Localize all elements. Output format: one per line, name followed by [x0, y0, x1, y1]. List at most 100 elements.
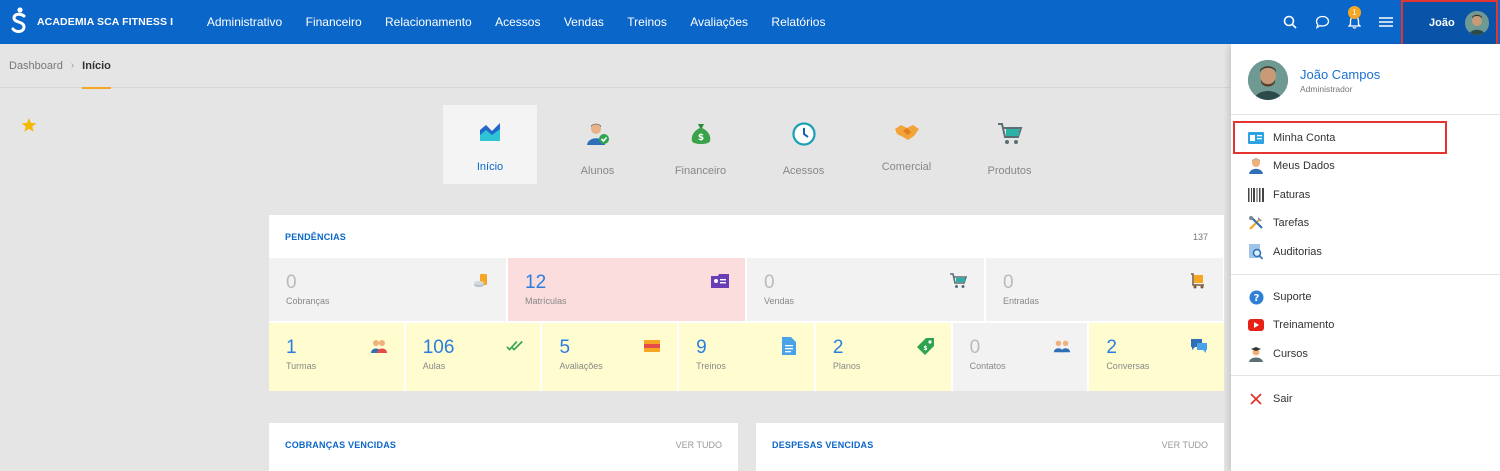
menu-item-meus-dados[interactable]: Meus Dados: [1248, 156, 1335, 176]
star-icon[interactable]: [21, 117, 37, 138]
nav-relacionamento[interactable]: Relacionamento: [373, 15, 483, 29]
pendencia-label: Vendas: [764, 296, 795, 306]
pendencias-card: PENDÊNCIAS 137 0 Cobranças 12 Matrículas…: [269, 215, 1225, 391]
nav-vendas[interactable]: Vendas: [552, 15, 615, 29]
document-icon: [780, 337, 798, 355]
pendencia-label: Avaliações: [559, 361, 603, 371]
student-icon: [586, 122, 610, 151]
svg-text:$: $: [923, 345, 927, 352]
divider: [1231, 274, 1500, 275]
pendencia-treinos[interactable]: 9 Treinos: [679, 323, 814, 391]
nav-financeiro[interactable]: Financeiro: [294, 15, 373, 29]
coins-icon: [472, 272, 490, 290]
card-title: DESPESAS VENCIDAS: [772, 439, 874, 450]
avatar: [1248, 60, 1288, 100]
menu-item-auditorias[interactable]: Auditorias: [1248, 242, 1322, 262]
menu-item-label: Tarefas: [1273, 217, 1310, 229]
pendencia-matriculas[interactable]: 12 Matrículas: [508, 258, 745, 321]
card-header: COBRANÇAS VENCIDAS VER TUDO: [269, 423, 738, 466]
pendencia-label: Contatos: [969, 361, 1006, 371]
pendencia-contatos[interactable]: 0 Contatos: [952, 323, 1088, 391]
menu-item-label: Sair: [1273, 393, 1293, 405]
pendencia-label: Entradas: [1003, 296, 1040, 306]
chat-icon: [1190, 337, 1208, 355]
chevron-right-icon: ›: [70, 60, 75, 71]
see-all-link[interactable]: VER TUDO: [676, 440, 722, 450]
help-icon: ?: [1248, 289, 1264, 305]
pendencia-cobrancas[interactable]: 0 Cobranças: [269, 258, 506, 321]
chart-area-icon: [479, 122, 501, 147]
user-name: João: [1429, 17, 1455, 29]
menu-item-treinamento[interactable]: Treinamento: [1248, 315, 1334, 335]
card-title: PENDÊNCIAS: [285, 231, 347, 242]
search-icon[interactable]: [1281, 13, 1299, 31]
cart-box-icon: [1189, 272, 1207, 290]
chat-bubble-icon[interactable]: [1313, 13, 1331, 31]
pendencia-conversas[interactable]: 2 Conversas: [1089, 323, 1225, 391]
menu-icon[interactable]: [1377, 13, 1395, 31]
breadcrumb-current[interactable]: Início: [82, 44, 111, 89]
pendencia-avaliacoes[interactable]: 5 Avaliações: [542, 323, 678, 391]
card-header: PENDÊNCIAS 137: [269, 215, 1224, 258]
module-inicio[interactable]: Início: [443, 105, 537, 184]
youtube-icon: [1248, 317, 1264, 333]
module-alunos[interactable]: Alunos: [546, 105, 649, 184]
module-label: Comercial: [881, 161, 932, 173]
barcode-icon: [1248, 187, 1264, 203]
close-icon: [1248, 391, 1264, 407]
module-comercial[interactable]: Comercial: [855, 105, 958, 184]
pendencia-vendas[interactable]: 0 Vendas: [747, 258, 984, 321]
bell-icon[interactable]: 1: [1345, 6, 1363, 31]
menu-item-suporte[interactable]: ? Suporte: [1248, 287, 1312, 307]
cobrancas-vencidas-card: COBRANÇAS VENCIDAS VER TUDO: [269, 423, 738, 471]
breadcrumb-dashboard[interactable]: Dashboard: [9, 60, 63, 72]
double-check-icon: [506, 337, 524, 355]
breadcrumb: Dashboard › Início: [0, 44, 1230, 89]
handshake-icon: [894, 122, 920, 147]
pendencia-label: Matrículas: [525, 296, 567, 306]
module-tabs: Início Alunos $ Financeiro Acessos Comer…: [443, 105, 1061, 184]
cart-icon: [997, 122, 1023, 151]
module-financeiro[interactable]: $ Financeiro: [649, 105, 752, 184]
dropdown-user-role: Administrador: [1300, 83, 1353, 94]
pendencia-turmas[interactable]: 1 Turmas: [269, 323, 404, 391]
menu-item-sair[interactable]: Sair: [1248, 389, 1293, 409]
dropdown-user-name[interactable]: João Campos: [1300, 67, 1380, 82]
menu-item-cursos[interactable]: Cursos: [1248, 344, 1308, 364]
menu-item-label: Treinamento: [1273, 319, 1335, 331]
menu-item-tarefas[interactable]: Tarefas: [1248, 213, 1309, 233]
person-icon: [1248, 158, 1264, 174]
card-title: COBRANÇAS VENCIDAS: [285, 439, 397, 450]
top-icons: 1: [1281, 0, 1395, 44]
card-header: DESPESAS VENCIDAS VER TUDO: [756, 423, 1224, 466]
main-nav: Administrativo Financeiro Relacionamento…: [195, 15, 837, 29]
top-bar: ACADEMIA SCA FITNESS I Administrativo Fi…: [0, 0, 1500, 44]
see-all-link[interactable]: VER TUDO: [1162, 440, 1208, 450]
pendencia-label: Aulas: [422, 361, 446, 371]
user-menu-button[interactable]: João: [1401, 0, 1498, 46]
pendencia-label: Turmas: [286, 361, 317, 371]
nav-treinos[interactable]: Treinos: [616, 15, 679, 29]
logo-icon[interactable]: [5, 0, 33, 44]
id-card-icon: [711, 272, 729, 290]
nav-relatorios[interactable]: Relatórios: [760, 15, 837, 29]
group-icon: [370, 337, 388, 355]
module-produtos[interactable]: Produtos: [958, 105, 1061, 184]
menu-item-faturas[interactable]: Faturas: [1248, 185, 1310, 205]
nav-acessos[interactable]: Acessos: [483, 15, 552, 29]
pendencias-row-2: 1 Turmas 106 Aulas 5 Avaliações 9 Treino…: [269, 323, 1225, 391]
ruler-icon: [643, 337, 661, 355]
pendencia-aulas[interactable]: 106 Aulas: [405, 323, 541, 391]
nav-avaliacoes[interactable]: Avaliações: [679, 15, 760, 29]
menu-item-label: Suporte: [1273, 291, 1312, 303]
pendencia-label: Treinos: [696, 361, 726, 371]
module-acessos[interactable]: Acessos: [752, 105, 855, 184]
pendencia-value: 0: [1003, 272, 1014, 293]
pendencia-planos[interactable]: 2 Planos $: [815, 323, 951, 391]
notification-badge: 1: [1348, 6, 1361, 19]
cart-icon: [950, 272, 968, 290]
pendencia-entradas[interactable]: 0 Entradas: [986, 258, 1223, 321]
despesas-vencidas-card: DESPESAS VENCIDAS VER TUDO: [756, 423, 1224, 471]
brand-name[interactable]: ACADEMIA SCA FITNESS I: [37, 16, 173, 28]
nav-administrativo[interactable]: Administrativo: [195, 15, 294, 29]
